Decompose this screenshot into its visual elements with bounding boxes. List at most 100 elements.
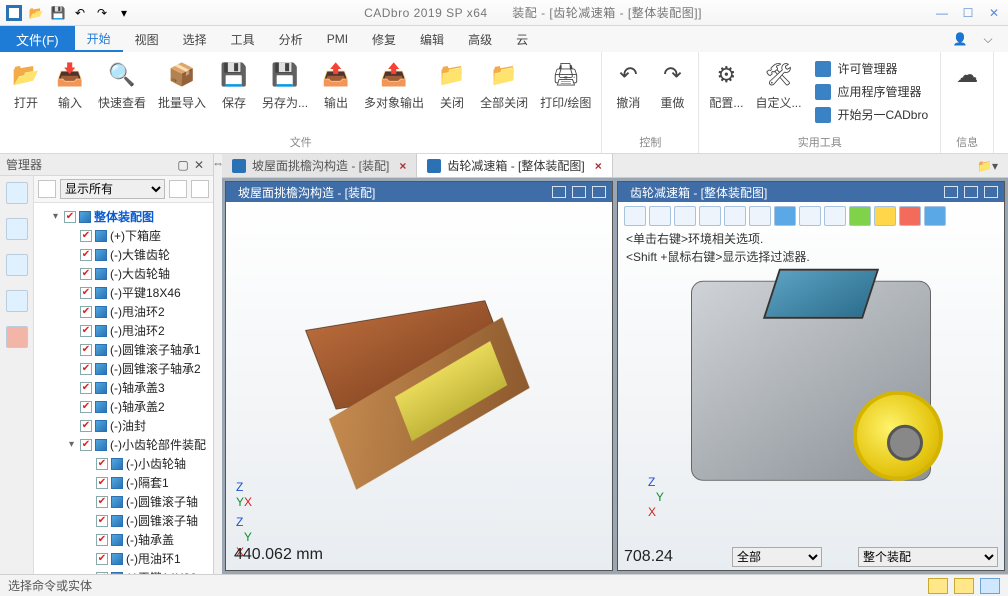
open-icon[interactable]: 📂 xyxy=(28,5,44,21)
viewport-right-canvas[interactable]: <单击右键>环境相关选项. <Shift +鼠标右键>显示选择过滤器. Z YX… xyxy=(618,202,1004,570)
tree-item[interactable]: ✔(-)轴承盖2 xyxy=(34,397,213,416)
vt-btn[interactable] xyxy=(699,206,721,226)
manager-close-icon[interactable]: ✕ xyxy=(191,157,207,173)
tab-cloud[interactable]: 云 xyxy=(504,26,540,52)
tree-item[interactable]: ✔(-)圆锥滚子轴 xyxy=(34,511,213,530)
tree-item[interactable]: ✔(-)圆锥滚子轴 xyxy=(34,492,213,511)
vp-max-icon[interactable] xyxy=(964,186,978,198)
close-button[interactable]: 📁关闭 xyxy=(432,56,472,132)
vt-btn[interactable] xyxy=(724,206,746,226)
minimize-icon[interactable]: — xyxy=(934,5,950,21)
print-button[interactable]: 🖨打印/绘图 xyxy=(536,56,595,132)
tab-start[interactable]: 开始 xyxy=(75,26,123,52)
batchimport-button[interactable]: 📦批量导入 xyxy=(154,56,210,132)
vt-btn[interactable] xyxy=(649,206,671,226)
undo-icon[interactable]: ↶ xyxy=(72,5,88,21)
vp-min-icon[interactable] xyxy=(552,186,566,198)
maximize-icon[interactable]: ☐ xyxy=(960,5,976,21)
tab-analysis[interactable]: 分析 xyxy=(267,26,315,52)
tree-item[interactable]: ✔(-)甩油环2 xyxy=(34,321,213,340)
tree-item[interactable]: ✔(-)甩油环2 xyxy=(34,302,213,321)
tree-item[interactable]: ✔(+)下箱座 xyxy=(34,226,213,245)
tree-item[interactable]: ✔(-)油封 xyxy=(34,416,213,435)
vp-min-icon[interactable] xyxy=(944,186,958,198)
assembly-tree[interactable]: ▾✔整体装配图 ✔(+)下箱座✔(-)大锥齿轮✔(-)大齿轮轴✔(-)平键18X… xyxy=(34,203,213,574)
close-icon[interactable]: ✕ xyxy=(986,5,1002,21)
filter-btn2[interactable] xyxy=(169,180,187,198)
tab-pmi[interactable]: PMI xyxy=(315,26,360,52)
doctab-1[interactable]: 坡屋面挑檐沟构造 - [装配]× xyxy=(222,154,417,177)
export-button[interactable]: 📤输出 xyxy=(316,56,356,132)
doctab-1-close-icon[interactable]: × xyxy=(399,159,406,173)
filter-btn3[interactable] xyxy=(191,180,209,198)
tree-root[interactable]: ▾✔整体装配图 xyxy=(34,207,213,226)
side-scene-icon[interactable] xyxy=(6,290,28,312)
side-assembly-icon[interactable] xyxy=(6,182,28,204)
side-box-icon[interactable] xyxy=(6,254,28,276)
doctab-overflow[interactable]: 📁▾ xyxy=(967,154,1008,177)
quickview-button[interactable]: 🔍快速查看 xyxy=(94,56,150,132)
license-mgr-item[interactable]: 许可管理器 xyxy=(811,58,932,79)
tree-item[interactable]: ✔(-)隔套1 xyxy=(34,473,213,492)
save-icon[interactable]: 💾 xyxy=(50,5,66,21)
vt-btn[interactable] xyxy=(624,206,646,226)
status-btn-2[interactable] xyxy=(954,578,974,594)
tab-edit[interactable]: 编辑 xyxy=(408,26,456,52)
side-tree-icon[interactable] xyxy=(6,218,28,240)
tree-item[interactable]: ✔(-)轴承盖 xyxy=(34,530,213,549)
tree-item[interactable]: ✔(-)轴承盖3 xyxy=(34,378,213,397)
collapse-ribbon-icon[interactable]: ⌵ xyxy=(980,31,996,47)
tree-item[interactable]: ✔(-)大齿轮轴 xyxy=(34,264,213,283)
side-red-icon[interactable] xyxy=(6,326,28,348)
vt-btn[interactable] xyxy=(774,206,796,226)
filter-select[interactable]: 显示所有 xyxy=(60,179,165,199)
tab-select[interactable]: 选择 xyxy=(171,26,219,52)
status-btn-1[interactable] xyxy=(928,578,948,594)
filter-scope-select[interactable]: 全部 xyxy=(732,547,822,567)
tree-item[interactable]: ✔(-)小齿轮轴 xyxy=(34,454,213,473)
vt-btn[interactable] xyxy=(924,206,946,226)
vp-max-icon[interactable] xyxy=(572,186,586,198)
undo-button[interactable]: ↶撤消 xyxy=(608,56,648,132)
file-menu[interactable]: 文件(F) xyxy=(0,26,75,52)
vt-btn[interactable] xyxy=(749,206,771,226)
vt-btn[interactable] xyxy=(874,206,896,226)
tab-advanced[interactable]: 高级 xyxy=(456,26,504,52)
user-icon[interactable]: 👤 xyxy=(952,31,968,47)
tree-item[interactable]: ✔(-)大锥齿轮 xyxy=(34,245,213,264)
vp-close-icon[interactable] xyxy=(592,186,606,198)
custom-button[interactable]: 🛠自定义... xyxy=(751,56,805,132)
tree-item[interactable]: ✔(-)平键18X46 xyxy=(34,283,213,302)
status-btn-3[interactable] xyxy=(980,578,1000,594)
import-button[interactable]: 📥输入 xyxy=(50,56,90,132)
new-instance-item[interactable]: 开始另一CADbro xyxy=(811,104,932,125)
viewport-left-canvas[interactable]: ZYX Z YX 440.062 mm xyxy=(226,202,612,570)
config-button[interactable]: ⚙配置... xyxy=(705,56,747,132)
app-mgr-item[interactable]: 应用程序管理器 xyxy=(811,81,932,102)
open-button[interactable]: 📂打开 xyxy=(6,56,46,132)
vt-btn[interactable] xyxy=(799,206,821,226)
vt-btn[interactable] xyxy=(899,206,921,226)
filter-btn1[interactable] xyxy=(38,180,56,198)
redo-button[interactable]: ↷重做 xyxy=(652,56,692,132)
vp-close-icon[interactable] xyxy=(984,186,998,198)
vt-btn[interactable] xyxy=(849,206,871,226)
info-button[interactable]: ☁ xyxy=(947,56,987,132)
qat-dropdown-icon[interactable]: ▾ xyxy=(116,5,132,21)
tab-tools[interactable]: 工具 xyxy=(219,26,267,52)
doctab-2-close-icon[interactable]: × xyxy=(595,159,602,173)
redo-icon[interactable]: ↷ xyxy=(94,5,110,21)
filter-icon[interactable] xyxy=(828,546,852,568)
tree-subassy[interactable]: ▾✔(-)小齿轮部件装配 xyxy=(34,435,213,454)
doctab-2[interactable]: 齿轮减速箱 - [整体装配图]× xyxy=(417,154,612,177)
closeall-button[interactable]: 📁全部关闭 xyxy=(476,56,532,132)
saveas-button[interactable]: 💾另存为... xyxy=(258,56,312,132)
save-button[interactable]: 💾保存 xyxy=(214,56,254,132)
tree-item[interactable]: ✔(-)甩油环1 xyxy=(34,549,213,568)
tree-item[interactable]: ✔(-)圆锥滚子轴承1 xyxy=(34,340,213,359)
vt-btn[interactable] xyxy=(824,206,846,226)
vt-btn[interactable] xyxy=(674,206,696,226)
splitter[interactable]: ⇔ xyxy=(214,154,222,574)
assembly-scope-select[interactable]: 整个装配 xyxy=(858,547,998,567)
tree-item[interactable]: ✔(-)圆锥滚子轴承2 xyxy=(34,359,213,378)
